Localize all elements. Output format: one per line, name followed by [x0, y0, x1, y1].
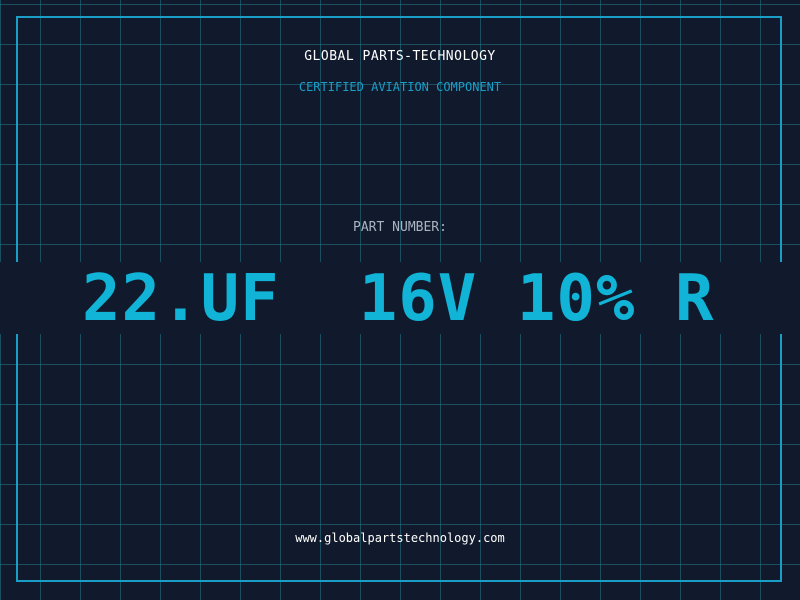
- label-card: GLOBAL PARTS-TECHNOLOGY CERTIFIED AVIATI…: [0, 0, 800, 600]
- part-number-value: 22.UF 16V 10% R: [82, 262, 715, 334]
- part-number-banner: 22.UF 16V 10% R: [0, 262, 800, 334]
- company-name: GLOBAL PARTS-TECHNOLOGY: [304, 49, 496, 64]
- part-number-label: PART NUMBER:: [353, 220, 447, 235]
- certification-subtitle: CERTIFIED AVIATION COMPONENT: [298, 80, 502, 94]
- website-url: www.globalpartstechnology.com: [295, 531, 505, 545]
